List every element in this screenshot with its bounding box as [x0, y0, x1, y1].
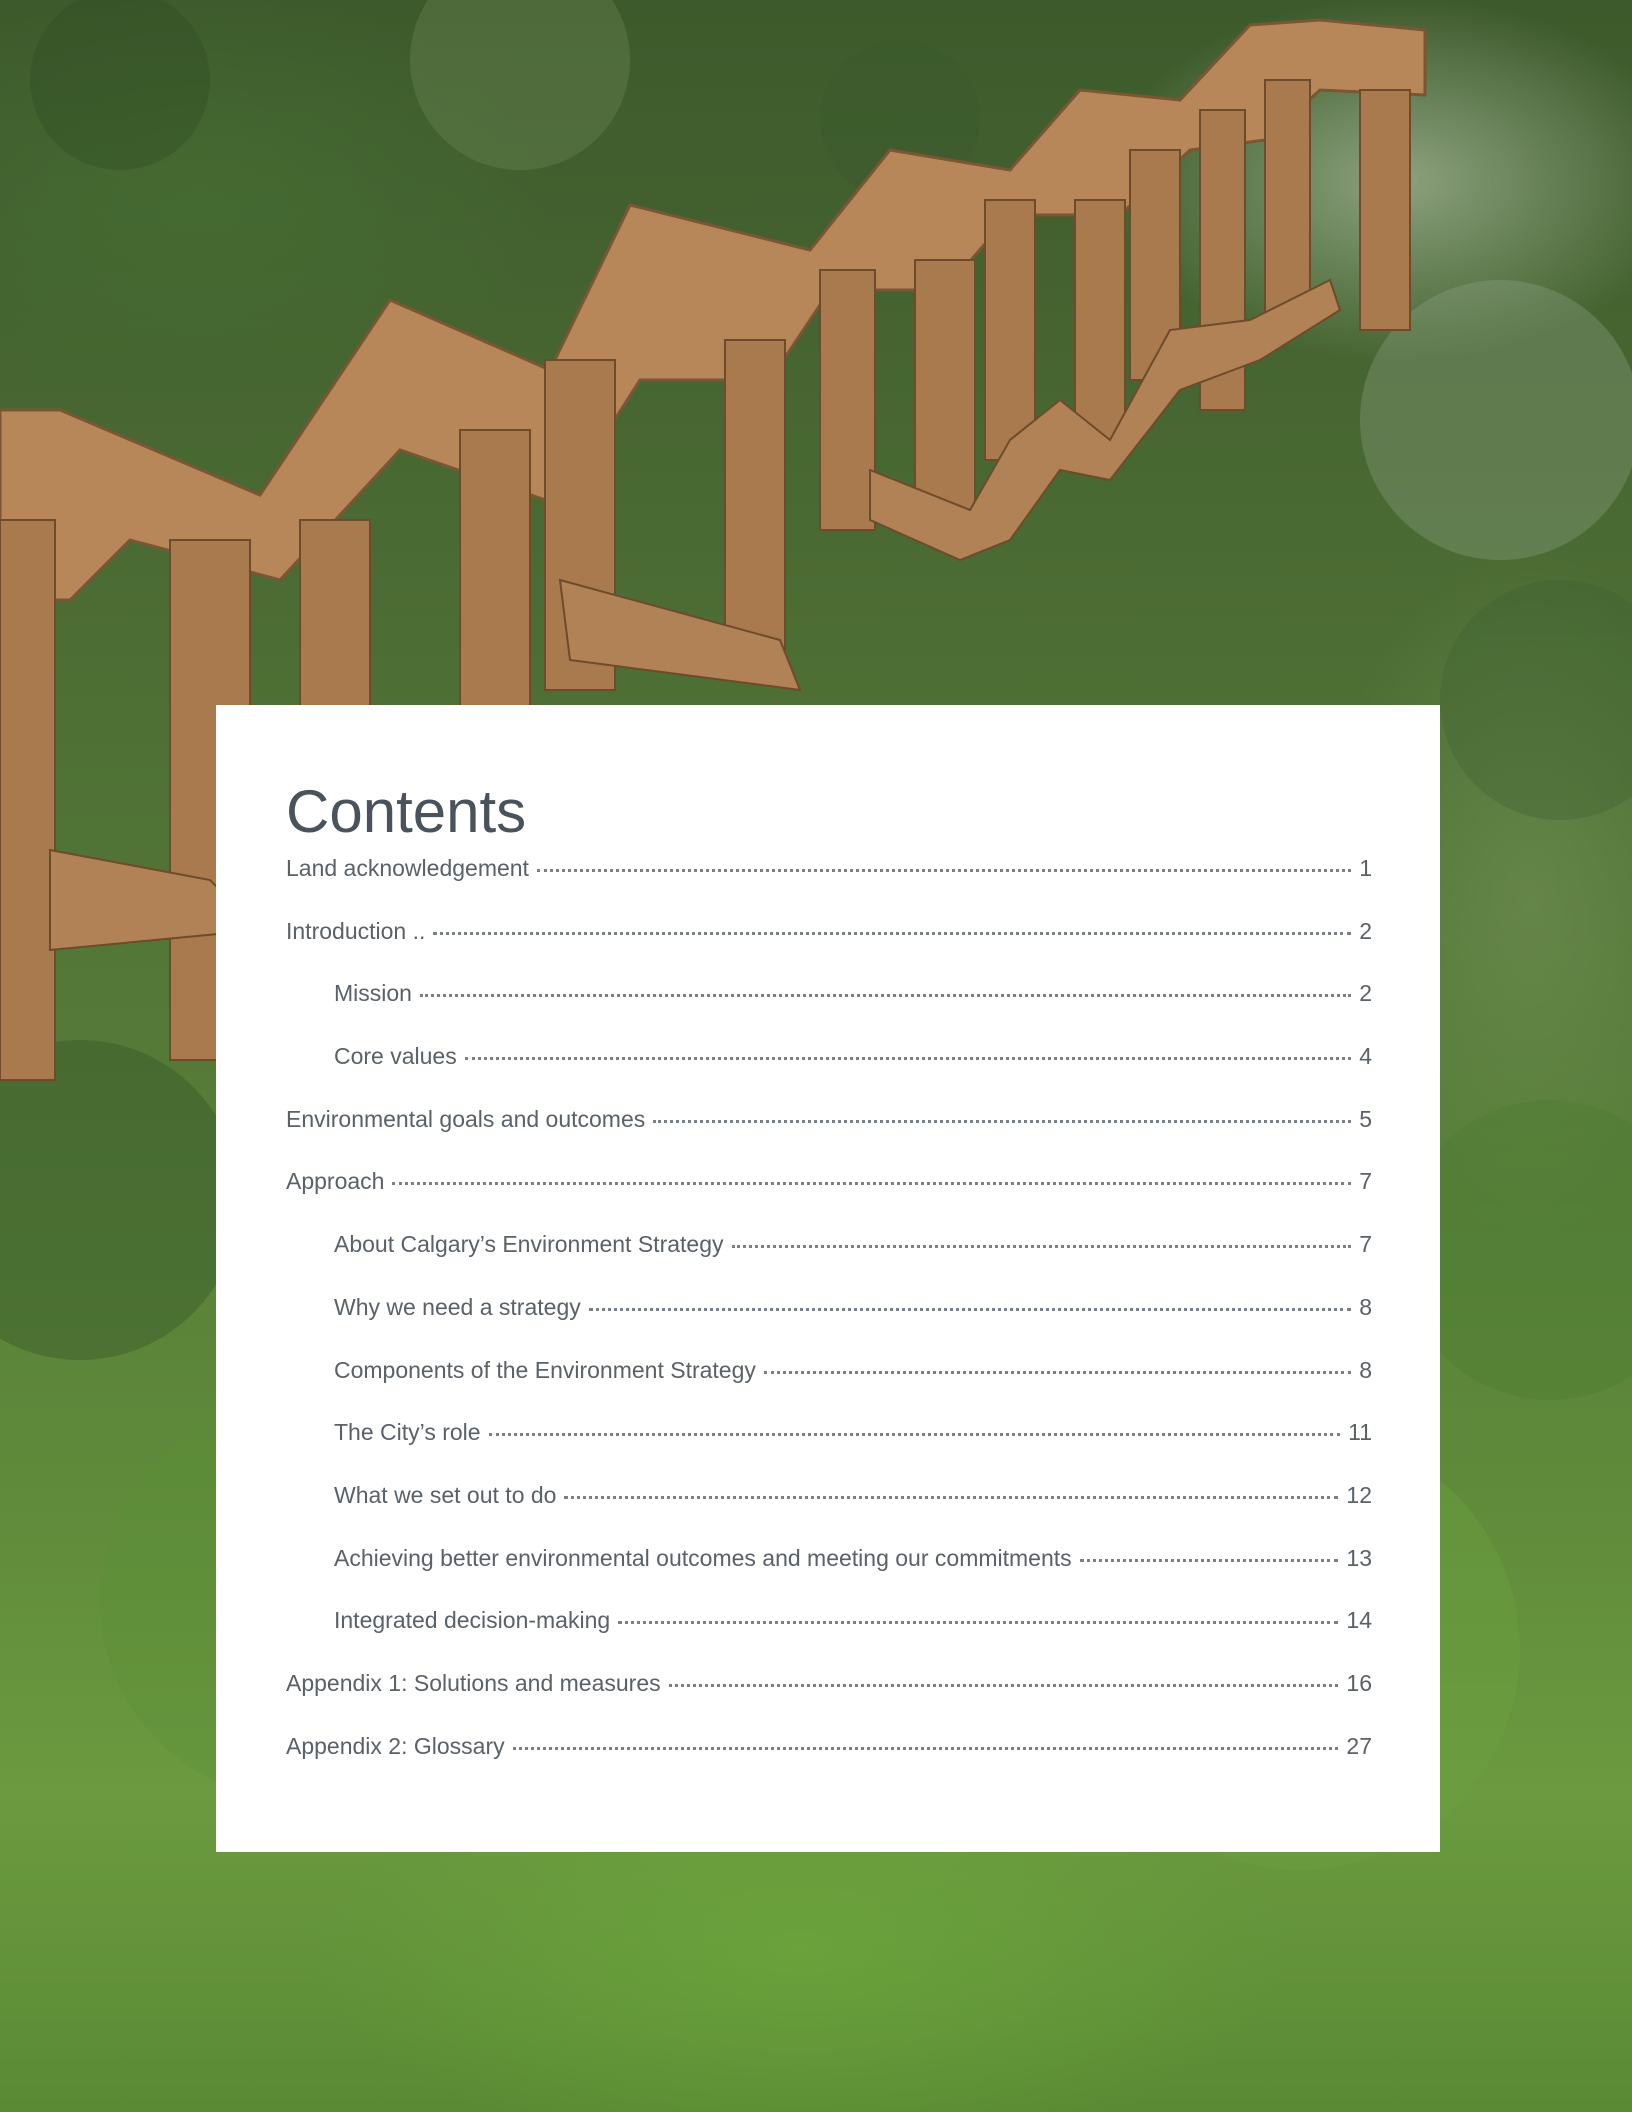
toc-entry-label: Components of the Environment Strategy [334, 1356, 756, 1383]
toc-entry-page-number: 5 [1359, 1105, 1372, 1132]
toc-dot-leader [419, 993, 1352, 998]
toc-dot-leader [392, 1181, 1352, 1186]
toc-entry-page-number: 2 [1359, 917, 1372, 944]
toc-dot-leader [668, 1683, 1339, 1687]
toc-entry-label: Appendix 1: Solutions and measures [286, 1669, 661, 1696]
toc-dot-leader [488, 1432, 1341, 1437]
toc-entry-page-number: 4 [1359, 1043, 1372, 1070]
toc-entry-label: Core values [334, 1043, 457, 1070]
toc-dot-leader [731, 1244, 1352, 1249]
page-title: Contents [286, 778, 527, 845]
toc-entry[interactable]: Appendix 1: Solutions and measures 16 [286, 1670, 1372, 1733]
toc-dot-leader [588, 1307, 1352, 1311]
toc-dot-leader [763, 1370, 1352, 1374]
toc-entry-label: Introduction .. [286, 917, 426, 944]
toc-entry-label: Achieving better environmental outcomes … [334, 1544, 1072, 1571]
toc-entry[interactable]: Achieving better environmental outcomes … [286, 1545, 1372, 1608]
toc-entry-page-number: 8 [1359, 1293, 1372, 1320]
toc-dot-leader [1079, 1558, 1339, 1562]
toc-entry-page-number: 7 [1359, 1168, 1372, 1195]
toc-entry-label: What we set out to do [334, 1481, 557, 1508]
toc-entry[interactable]: Core values 4 [286, 1043, 1372, 1106]
toc-dot-leader [464, 1056, 1352, 1061]
toc-dot-leader [564, 1495, 1339, 1499]
toc-dot-leader [512, 1746, 1339, 1750]
toc-entry-label: Approach [286, 1168, 385, 1195]
toc-dot-leader [618, 1620, 1339, 1625]
toc-entry[interactable]: Introduction .. 2 [286, 918, 1372, 981]
toc-entry-page-number: 1 [1359, 855, 1372, 881]
toc-entry-page-number: 16 [1346, 1669, 1372, 1696]
toc-entry-page-number: 14 [1346, 1607, 1372, 1634]
toc-entry[interactable]: Approach 7 [286, 1168, 1372, 1231]
contents-panel: Contents Land acknowledgement 1 Introducti… [216, 705, 1440, 1852]
toc-entry[interactable]: Components of the Environment Strategy 8 [286, 1357, 1372, 1420]
toc-dot-leader [536, 868, 1352, 872]
toc-dot-leader [653, 1119, 1352, 1123]
toc-entry[interactable]: Land acknowledgement 1 [286, 855, 1372, 918]
toc-entry[interactable]: Appendix 2: Glossary 27 [286, 1733, 1372, 1796]
toc-entry-label: Appendix 2: Glossary [286, 1732, 505, 1759]
toc-entry-label: The City’s role [334, 1419, 481, 1446]
table-of-contents: Land acknowledgement 1 Introduction .. 2 Mis… [286, 855, 1372, 1795]
toc-entry-page-number: 27 [1346, 1732, 1372, 1759]
toc-entry-label: Integrated decision-making [334, 1607, 611, 1634]
toc-entry[interactable]: The City’s role 11 [286, 1419, 1372, 1482]
toc-entry[interactable]: Environmental goals and outcomes 5 [286, 1106, 1372, 1169]
toc-entry[interactable]: Integrated decision-making 14 [286, 1607, 1372, 1670]
toc-dot-leader [433, 931, 1352, 935]
toc-entry-label: About Calgary’s Environment Strategy [334, 1231, 724, 1258]
toc-entry-label: Mission [334, 980, 412, 1007]
toc-entry[interactable]: What we set out to do 12 [286, 1482, 1372, 1545]
toc-entry[interactable]: About Calgary’s Environment Strategy 7 [286, 1231, 1372, 1294]
toc-entry[interactable]: Mission 2 [286, 980, 1372, 1043]
toc-entry-label: Land acknowledgement [286, 855, 529, 881]
toc-entry-page-number: 12 [1346, 1481, 1372, 1508]
toc-entry-label: Environmental goals and outcomes [286, 1105, 646, 1132]
toc-entry-label: Why we need a strategy [334, 1293, 581, 1320]
toc-entry-page-number: 2 [1359, 980, 1372, 1007]
toc-entry-page-number: 8 [1359, 1356, 1372, 1383]
toc-entry-page-number: 7 [1359, 1231, 1372, 1258]
toc-entry-page-number: 11 [1348, 1419, 1372, 1446]
toc-entry-page-number: 13 [1346, 1544, 1372, 1571]
toc-entry[interactable]: Why we need a strategy 8 [286, 1294, 1372, 1357]
